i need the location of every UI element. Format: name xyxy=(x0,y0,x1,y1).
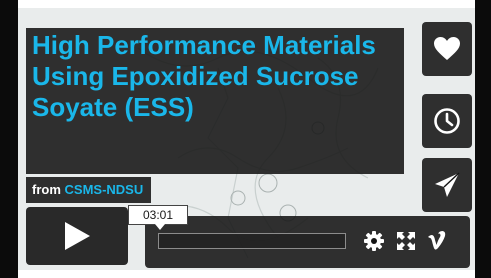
like-button[interactable] xyxy=(422,22,472,76)
watch-later-button[interactable] xyxy=(422,94,472,148)
share-button[interactable] xyxy=(422,158,472,212)
play-button[interactable] xyxy=(26,207,128,265)
clock-icon xyxy=(434,108,460,134)
control-bar xyxy=(145,216,470,268)
send-icon xyxy=(435,172,460,197)
heart-icon xyxy=(434,37,460,60)
video-title[interactable]: High Performance Materials Using Epoxidi… xyxy=(32,30,400,123)
play-icon xyxy=(65,222,90,250)
byline-owner-link[interactable]: CSMS-NDSU xyxy=(65,182,144,197)
letterbox-left xyxy=(0,0,18,278)
video-player[interactable]: High Performance Materials Using Epoxidi… xyxy=(0,0,491,278)
byline: from CSMS-NDSU xyxy=(26,177,152,203)
gear-icon xyxy=(364,231,384,251)
vimeo-logo-icon xyxy=(428,231,446,250)
fullscreen-icon xyxy=(397,232,415,250)
progress-bar[interactable] xyxy=(158,233,346,249)
settings-button[interactable] xyxy=(363,230,385,252)
vimeo-logo-link[interactable] xyxy=(427,230,449,252)
letterbox-right xyxy=(475,0,491,278)
fullscreen-button[interactable] xyxy=(395,230,417,252)
byline-prefix: from xyxy=(32,182,61,197)
time-tooltip: 03:01 xyxy=(128,205,188,230)
